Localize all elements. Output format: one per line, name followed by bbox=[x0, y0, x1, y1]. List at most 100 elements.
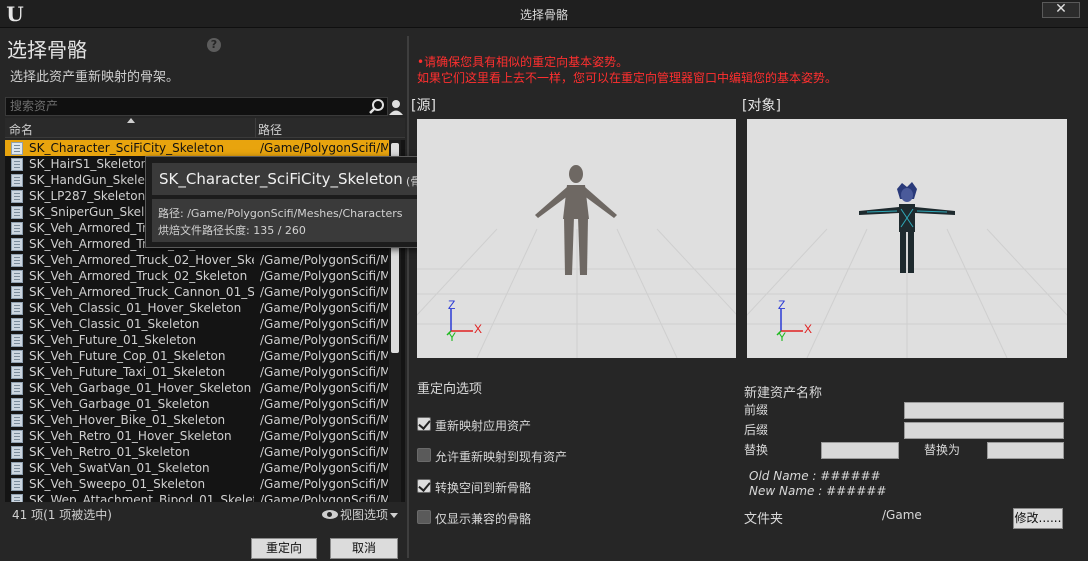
prefix-label: 前缀 bbox=[744, 403, 769, 417]
skeleton-asset-icon bbox=[11, 270, 23, 283]
list-item[interactable]: SK_Veh_Garbage_01_Skeleton/Game/PolygonS… bbox=[5, 396, 391, 412]
list-item-name: SK_Veh_SwatVan_01_Skeleton bbox=[29, 461, 210, 475]
skeleton-asset-icon bbox=[11, 222, 23, 235]
skeleton-asset-icon bbox=[11, 254, 23, 267]
close-button[interactable]: ✕ bbox=[1042, 2, 1080, 18]
column-separator[interactable] bbox=[255, 118, 256, 138]
view-options-button[interactable]: 视图选项 bbox=[322, 506, 399, 523]
list-item[interactable]: SK_Veh_Armored_Truck_02_Hover_Skeleton/G… bbox=[5, 252, 391, 268]
list-item-path: /Game/PolygonScifi/M bbox=[260, 317, 388, 331]
list-item[interactable]: SK_Veh_Future_Cop_01_Skeleton/Game/Polyg… bbox=[5, 348, 391, 364]
retarget-button[interactable]: 重定向 bbox=[251, 538, 317, 559]
help-icon[interactable]: ? bbox=[207, 38, 221, 52]
remap-assets-label: 重新映射应用资产 bbox=[435, 419, 532, 433]
folder-value: /Game bbox=[882, 508, 922, 522]
skeleton-asset-icon bbox=[11, 238, 23, 251]
list-item[interactable]: SK_Veh_Garbage_01_Hover_Skeleton/Game/Po… bbox=[5, 380, 391, 396]
list-item-name: SK_Veh_Sweepo_01_Skeleton bbox=[29, 477, 206, 491]
convert-space-checkbox[interactable] bbox=[417, 479, 431, 493]
list-item-path: /Game/PolygonScifi/M bbox=[260, 141, 388, 155]
list-item[interactable]: SK_Veh_Classic_01_Skeleton/Game/PolygonS… bbox=[5, 316, 391, 332]
list-item[interactable]: SK_Veh_Armored_Truck_Cannon_01_Skeleton /… bbox=[5, 284, 391, 300]
list-item[interactable]: SK_Veh_Armored_Truck_02_Skeleton/Game/Po… bbox=[5, 268, 391, 284]
list-item[interactable]: SK_Veh_Classic_01_Hover_Skeleton/Game/Po… bbox=[5, 300, 391, 316]
list-item-name: SK_Veh_Retro_01_Hover_Skeleton bbox=[29, 429, 232, 443]
asset-tooltip: SK_Character_SciFiCity_Skeleton (骨骼) 路径:… bbox=[145, 156, 444, 248]
list-item-name: SK_Character_SciFiCity_Skeleton bbox=[29, 141, 225, 155]
list-item[interactable]: SK_Veh_Retro_01_Skeleton/Game/PolygonSci… bbox=[5, 444, 391, 460]
panel-divider[interactable] bbox=[407, 36, 409, 558]
user-filter-icon[interactable] bbox=[388, 98, 404, 116]
list-item-path: /Game/PolygonScifi/M bbox=[260, 445, 388, 459]
list-item-path: /Game/PolygonScifi/M bbox=[260, 397, 388, 411]
list-item-path: /Game/PolygonScifi/M bbox=[260, 333, 388, 347]
column-header-name[interactable]: 命名 bbox=[9, 121, 33, 138]
warning-text-2: 如果它们这里看上去不一样，您可以在重定向管理器窗口中编辑您的基本姿势。 bbox=[417, 71, 838, 85]
eye-icon bbox=[322, 510, 338, 519]
axis-z-label: Z bbox=[448, 298, 455, 312]
convert-space-label: 转换空间到新骨骼 bbox=[435, 481, 532, 495]
column-header-path[interactable]: 路径 bbox=[258, 121, 282, 138]
tooltip-path-length: 烘焙文件路径长度: 135 / 260 bbox=[158, 224, 306, 237]
source-character bbox=[535, 165, 617, 275]
sort-arrow-icon bbox=[127, 118, 135, 123]
list-item[interactable]: SK_Veh_Future_Taxi_01_Skeleton/Game/Poly… bbox=[5, 364, 391, 380]
list-item-path: /Game/PolygonScifi/M bbox=[260, 413, 388, 427]
list-item-path: /Game/PolygonScifi/M bbox=[260, 461, 388, 475]
new-name-preview: New Name : ###### bbox=[749, 484, 887, 498]
skeleton-asset-icon bbox=[11, 318, 23, 331]
tooltip-title: SK_Character_SciFiCity_Skeleton bbox=[159, 170, 403, 188]
modify-folder-button[interactable]: 修改...... bbox=[1013, 508, 1063, 529]
list-item-selected[interactable]: SK_Character_SciFiCity_Skeleton/Game/Pol… bbox=[5, 140, 391, 156]
target-scene: Z X Y bbox=[747, 182, 1067, 358]
skeleton-asset-icon bbox=[11, 398, 23, 411]
list-item-path: /Game/PolygonScifi/M bbox=[260, 365, 388, 379]
skeleton-asset-icon bbox=[11, 462, 23, 475]
list-item-name: SK_Veh_Armored_Truck_02_Hover_Skeleton bbox=[29, 253, 254, 267]
list-item-name: SK_Veh_Retro_01_Skeleton bbox=[29, 445, 190, 459]
list-item[interactable]: SK_Veh_Retro_01_Hover_Skeleton/Game/Poly… bbox=[5, 428, 391, 444]
replace-with-input[interactable] bbox=[987, 442, 1064, 459]
skeleton-asset-icon bbox=[11, 478, 23, 491]
page-subtitle: 选择此资产重新映射的骨架。 bbox=[10, 70, 180, 85]
list-item[interactable]: SK_Veh_SwatVan_01_Skeleton/Game/PolygonS… bbox=[5, 460, 391, 476]
skeleton-asset-icon bbox=[11, 190, 23, 203]
list-item-path: /Game/PolygonScifi/M bbox=[260, 301, 388, 315]
list-item-path: /Game/PolygonScifi/M bbox=[260, 429, 388, 443]
skeleton-asset-icon bbox=[11, 366, 23, 379]
allow-remap-existing-checkbox[interactable] bbox=[417, 448, 431, 462]
list-item-name: SK_Wep_Attachment_Bipod_01_Skeleton bbox=[29, 493, 254, 502]
list-item[interactable]: SK_Veh_Hover_Bike_01_Skeleton/Game/Polyg… bbox=[5, 412, 391, 428]
skeleton-asset-icon bbox=[11, 350, 23, 363]
axis-x-label: X bbox=[804, 322, 812, 336]
list-item-name: SK_Veh_Hover_Bike_01_Skeleton bbox=[29, 413, 226, 427]
list-header: 命名 路径 bbox=[5, 118, 405, 138]
item-count: 41 项(1 项被选中) bbox=[12, 508, 112, 522]
prefix-input[interactable] bbox=[904, 402, 1064, 419]
remap-assets-checkbox[interactable] bbox=[417, 417, 431, 431]
cancel-button[interactable]: 取消 bbox=[330, 538, 398, 559]
replace-with-label: 替换为 bbox=[924, 443, 961, 457]
skeleton-asset-icon bbox=[11, 446, 23, 459]
replace-input[interactable] bbox=[821, 442, 899, 459]
search-icon[interactable] bbox=[368, 98, 386, 116]
old-name-preview: Old Name : ###### bbox=[749, 469, 881, 483]
skeleton-asset-icon bbox=[11, 286, 23, 299]
suffix-input[interactable] bbox=[904, 422, 1064, 439]
list-item[interactable]: SK_Veh_Future_01_Skeleton/Game/PolygonSc… bbox=[5, 332, 391, 348]
list-item-name: SK_Veh_Classic_01_Skeleton bbox=[29, 317, 200, 331]
source-viewport[interactable]: Z X Y bbox=[417, 119, 736, 358]
target-viewport[interactable]: Z X Y bbox=[747, 119, 1067, 358]
list-item[interactable]: SK_Veh_Sweepo_01_Skeleton/Game/PolygonSc… bbox=[5, 476, 391, 492]
window-title: 选择骨骼 bbox=[519, 8, 568, 22]
tooltip-header: SK_Character_SciFiCity_Skeleton (骨骼) bbox=[152, 163, 439, 195]
search-input[interactable]: 搜索资产 bbox=[5, 97, 388, 116]
skeleton-asset-icon bbox=[11, 414, 23, 427]
list-item-path: /Game/PolygonScifi/M bbox=[260, 381, 388, 395]
show-compatible-checkbox[interactable] bbox=[417, 510, 431, 524]
list-item-path: /Game/PolygonScifi/M bbox=[260, 269, 388, 283]
list-item[interactable]: SK_Wep_Attachment_Bipod_01_Skeleton/Game… bbox=[5, 492, 391, 502]
axis-z-label: Z bbox=[778, 298, 785, 312]
list-item-path: /Game/PolygonScifi/M bbox=[260, 253, 388, 267]
warning-text: •请确保您具有相似的重定向基本姿势。 bbox=[417, 55, 629, 69]
